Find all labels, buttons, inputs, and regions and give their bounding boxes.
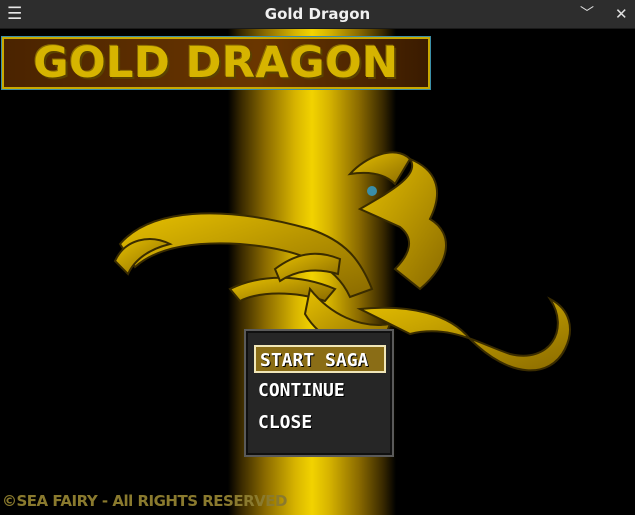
game-window: ☰ Gold Dragon ﹀ ✕ GOLD DRAGON START SAGA…: [0, 0, 635, 515]
copyright-text: ©SEA FAIRY - All RIGHTS RESERVED: [2, 492, 287, 510]
title-bar: ☰ Gold Dragon ﹀ ✕: [0, 0, 635, 29]
menu-item-continue[interactable]: CONTINUE: [254, 377, 386, 405]
game-logo: GOLD DRAGON: [1, 36, 431, 90]
window-title: Gold Dragon: [264, 5, 371, 23]
close-icon[interactable]: ✕: [615, 0, 628, 28]
title-screen: GOLD DRAGON START SAGA CONTINUE CLOSE ©S…: [0, 29, 635, 515]
menu-item-start-saga[interactable]: START SAGA: [254, 345, 386, 373]
chevron-down-icon[interactable]: ﹀: [580, 0, 594, 28]
title-menu: START SAGA CONTINUE CLOSE: [244, 329, 394, 457]
game-logo-text: GOLD DRAGON: [33, 38, 399, 88]
menu-item-close[interactable]: CLOSE: [254, 409, 386, 437]
